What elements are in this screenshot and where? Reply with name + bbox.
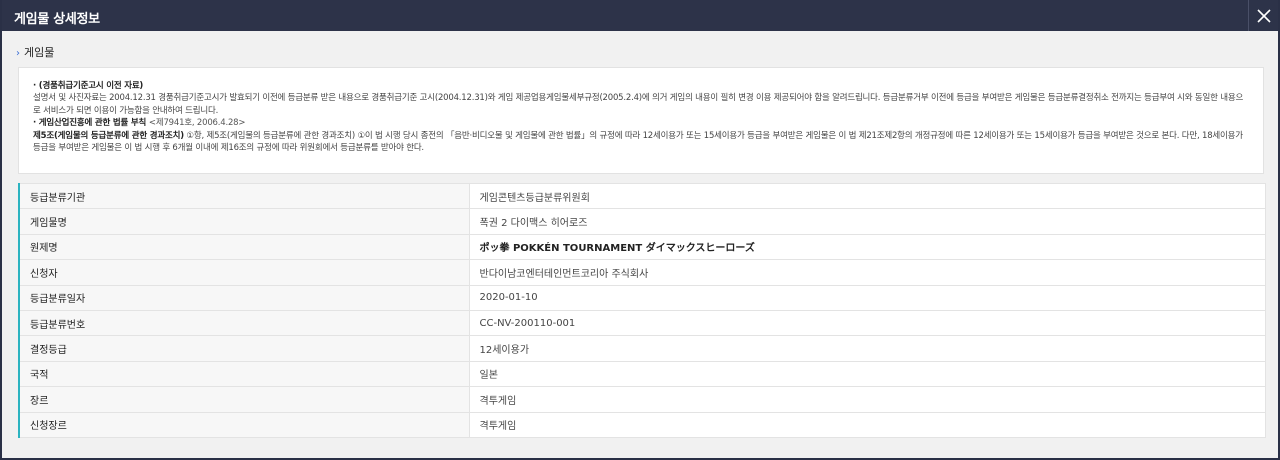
- table-row: 등급분류기관 게임콘텐츠등급분류위원회: [19, 182, 1266, 210]
- section-heading: › 게임물: [16, 44, 54, 60]
- table-row: 신청장르 격투게임: [19, 412, 1266, 438]
- close-button[interactable]: [1248, 0, 1278, 31]
- row-value: 반다이남코엔터테인먼트코리아 주식회사: [469, 259, 1266, 286]
- notice-head-2: · 게임산업진흥에 관한 법률 부칙 <제7941호, 2006.4.28>: [33, 117, 1249, 129]
- row-label: 등급분류일자: [19, 285, 470, 311]
- row-value: 게임콘텐츠등급분류위원회: [469, 182, 1266, 210]
- notice-head-2-sub: <제7941호, 2006.4.28>: [148, 118, 246, 129]
- chevron-right-icon: ›: [16, 48, 20, 59]
- row-value: 2020-01-10: [469, 285, 1266, 311]
- row-label: 신청장르: [19, 412, 470, 438]
- detail-window: 게임물 상세정보 › 게임물 · (경품취급기준고시 이전 자료) 설명서 및 사…: [0, 0, 1280, 460]
- notice-body-2: 제5조(게임물의 등급분류에 관한 경과조치) ①항, 제5조(게임물의 등급분…: [33, 130, 1249, 155]
- table-row: 신청자 반다이남코엔터테인먼트코리아 주식회사: [19, 259, 1266, 286]
- table-row: 게임물명 폭권 2 다이맥스 히어로즈: [19, 208, 1266, 235]
- title-bar: 게임물 상세정보: [2, 0, 1278, 31]
- table-row: 원제명 ポッ拳 POKKÉN TOURNAMENT ダイマックスヒーローズ: [19, 234, 1266, 261]
- row-label: 게임물명: [19, 208, 470, 235]
- row-label: 신청자: [19, 259, 470, 286]
- row-label: 국적: [19, 361, 470, 388]
- notice-body-2-bold: 제5조(게임물의 등급분류에 관한 경과조치): [33, 130, 184, 141]
- row-label: 등급분류번호: [19, 310, 470, 337]
- notice-head-1: · (경품취급기준고시 이전 자료): [33, 81, 144, 91]
- window-title: 게임물 상세정보: [14, 12, 100, 27]
- notice-body-1: 설명서 및 사진자료는 2004.12.31 경품취급기준고시가 발효되기 이전…: [33, 93, 1244, 116]
- table-row: 장르 격투게임: [19, 386, 1266, 413]
- row-value: 격투게임: [469, 412, 1266, 438]
- row-value: 일본: [469, 361, 1266, 388]
- row-value: 폭권 2 다이맥스 히어로즈: [469, 208, 1266, 235]
- table-row: 등급분류번호 CC-NV-200110-001: [19, 310, 1266, 337]
- table-row: 등급분류일자 2020-01-10: [19, 285, 1266, 311]
- notice-box: · (경품취급기준고시 이전 자료) 설명서 및 사진자료는 2004.12.3…: [18, 67, 1264, 174]
- table-row: 국적 일본: [19, 361, 1266, 388]
- row-label: 장르: [19, 386, 470, 413]
- row-label: 등급분류기관: [19, 182, 470, 210]
- row-value: 격투게임: [469, 386, 1266, 413]
- notice-head-2-text: · 게임산업진흥에 관한 법률 부칙: [33, 118, 147, 129]
- details-table: 등급분류기관 게임콘텐츠등급분류위원회 게임물명 폭권 2 다이맥스 히어로즈 원제명 ポ…: [18, 182, 1266, 438]
- row-value: CC-NV-200110-001: [469, 310, 1266, 337]
- row-label: 결정등급: [19, 335, 470, 362]
- table-row: 결정등급 12세이용가: [19, 335, 1266, 362]
- close-icon: [1256, 8, 1271, 23]
- notice-body-2-text: ①항, 제5조(게임물의 등급분류에 관한 경과조치) ①이 법 시행 당시 종…: [33, 130, 1243, 154]
- row-label: 원제명: [19, 234, 470, 261]
- row-value: ポッ拳 POKKÉN TOURNAMENT ダイマックスヒーローズ: [469, 234, 1266, 261]
- section-heading-label: 게임물: [24, 46, 55, 59]
- row-value: 12세이용가: [469, 335, 1266, 362]
